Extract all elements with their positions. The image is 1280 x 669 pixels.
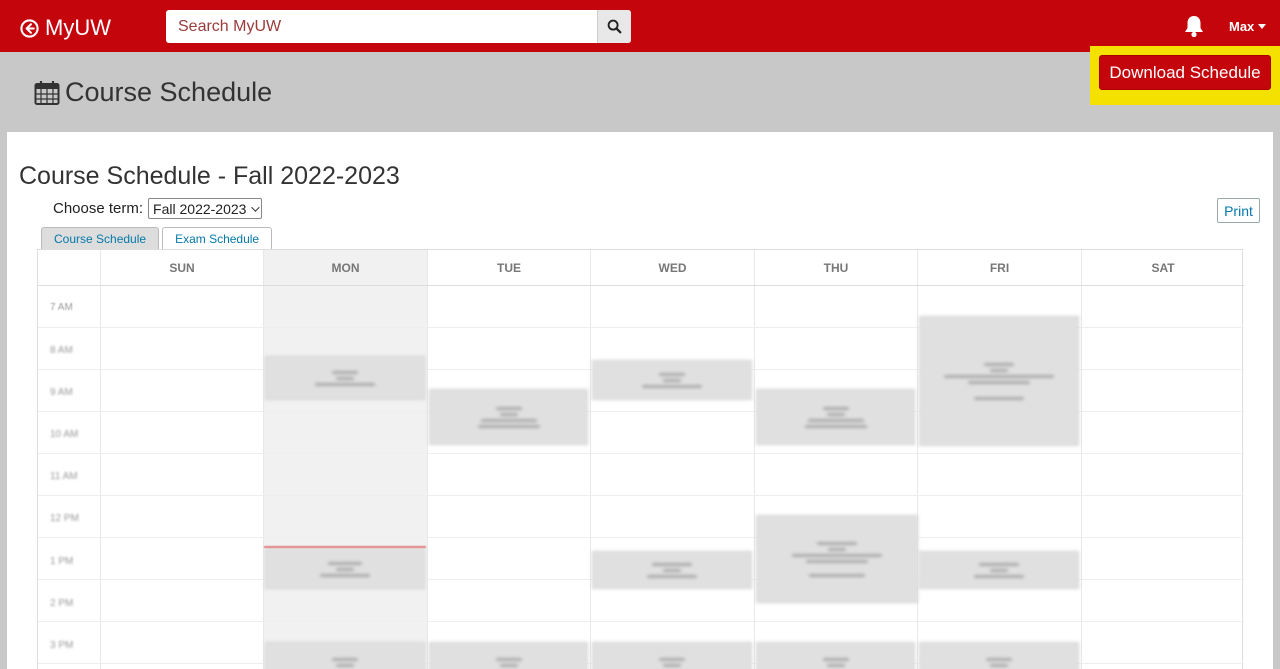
course-block[interactable] [919,642,1079,669]
user-menu[interactable]: Max [1229,19,1267,34]
page-title: Course Schedule [34,77,272,108]
time-label: 7 AM [50,302,73,313]
grid-col-line [590,250,591,669]
time-label: 3 PM [50,640,74,651]
course-block[interactable] [756,389,915,445]
course-block[interactable] [429,389,588,445]
page-title-text: Course Schedule [65,77,273,107]
download-highlight: Download Schedule [1090,46,1280,105]
grid-col-line [100,250,101,669]
caret-down-icon [1258,24,1267,29]
search-icon [607,19,622,34]
day-header-mon: MON [263,250,427,285]
current-time-line [264,546,426,548]
grid-row-line [38,537,1244,538]
brand-link[interactable]: MyUW [20,15,111,41]
schedule-panel: Course Schedule - Fall 2022-2023 Choose … [7,132,1273,669]
grid-row-line [38,621,1244,622]
grid-col-line [1081,250,1082,669]
day-header-thu: THU [754,250,917,285]
grid-row-line [38,285,1244,286]
schedule-title: Course Schedule - Fall 2022-2023 [19,162,400,190]
course-block[interactable] [919,316,1079,446]
grid-col-line [754,250,755,669]
search-button[interactable] [597,10,631,43]
course-block[interactable] [265,642,425,669]
day-header-fri: FRI [917,250,1081,285]
course-block[interactable] [919,551,1079,589]
print-button[interactable]: Print [1217,198,1260,223]
tab-exam-schedule[interactable]: Exam Schedule [162,227,273,249]
time-label: 9 AM [50,387,73,398]
time-label: 12 PM [50,513,79,524]
course-block[interactable] [756,642,915,669]
course-block[interactable] [265,549,425,589]
calendar-icon [34,80,60,105]
day-header-wed: WED [590,250,754,285]
grid-col-line [427,250,428,669]
grid-col-line [263,250,264,669]
course-block[interactable] [592,551,752,589]
time-label: 1 PM [50,556,74,567]
course-block[interactable] [592,642,752,669]
course-block[interactable] [592,360,752,400]
course-block[interactable] [756,515,918,603]
time-label: 8 AM [50,345,73,356]
search-input[interactable] [166,10,597,43]
course-block[interactable] [429,642,588,669]
term-row: Choose term: Fall 2022-2023 [53,198,263,219]
bell-icon[interactable] [1183,14,1205,38]
term-select[interactable]: Fall 2022-2023 [148,198,263,219]
download-schedule-button[interactable]: Download Schedule [1099,55,1271,90]
top-navbar: MyUW Max [0,0,1280,52]
grid-row-line [38,495,1244,496]
schedule-grid: SUN MON TUE WED THU FRI SAT 7 AM 8 AM 9 … [37,249,1244,669]
chevron-down-icon [251,202,261,212]
schedule-tabs: Course Schedule Exam Schedule [41,227,275,249]
time-label: 11 AM [50,471,78,482]
day-header-sun: SUN [100,250,263,285]
page-header: Course Schedule Download Schedule [0,46,1280,132]
grid-col-line [917,250,918,669]
grid-row-line [38,453,1244,454]
brand-name: MyUW [45,15,111,40]
today-column-shade [263,250,427,669]
day-header-tue: TUE [427,250,590,285]
user-name: Max [1229,19,1255,34]
term-label: Choose term: [53,200,144,217]
search-box [166,10,631,43]
day-header-sat: SAT [1081,250,1244,285]
tab-course-schedule[interactable]: Course Schedule [41,227,160,249]
course-block[interactable] [265,356,425,400]
back-arrow-icon [20,18,39,38]
time-label: 2 PM [50,598,74,609]
term-select-value: Fall 2022-2023 [153,200,247,217]
time-label: 10 AM [50,429,79,440]
